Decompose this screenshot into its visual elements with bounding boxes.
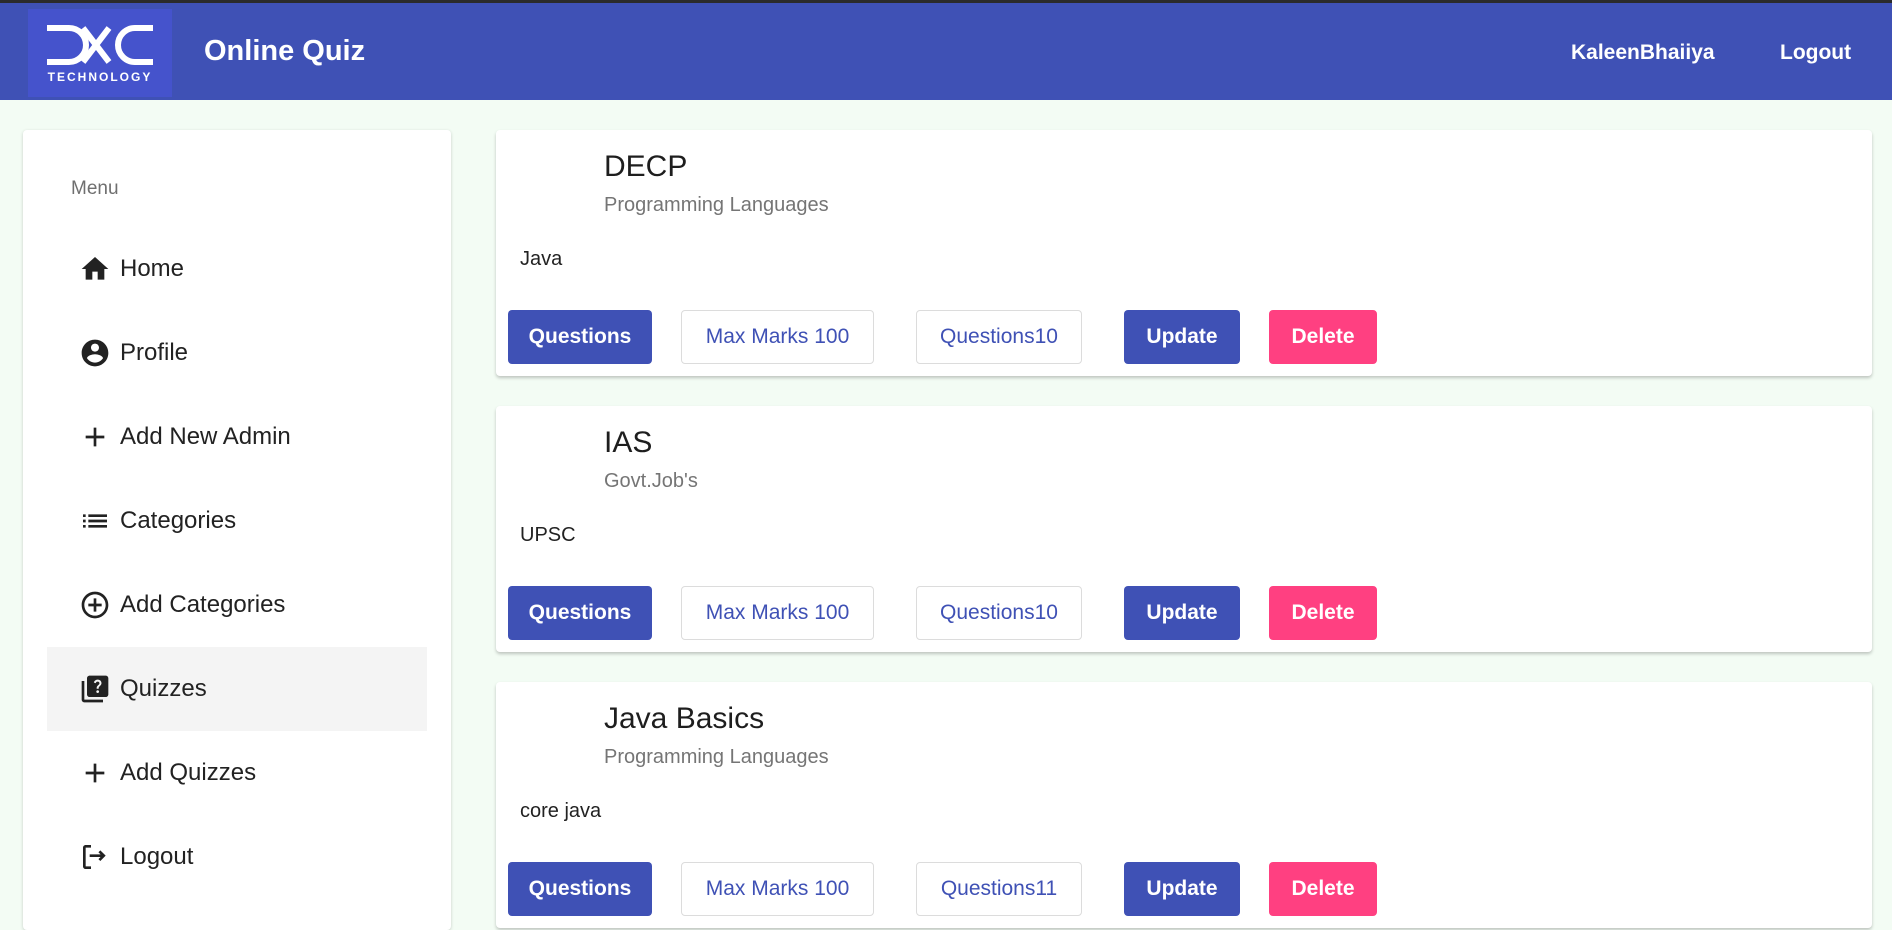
sidebar-item-logout[interactable]: Logout — [47, 815, 427, 899]
max-marks-chip[interactable]: Max Marks 100 — [681, 862, 874, 916]
max-marks-chip[interactable]: Max Marks 100 — [681, 310, 874, 364]
list-icon — [79, 505, 111, 537]
sidebar-item-label: Quizzes — [120, 675, 207, 702]
header-logout-button[interactable]: Logout — [1780, 41, 1851, 65]
sidebar-item-profile[interactable]: Profile — [47, 311, 427, 395]
logout-icon — [79, 841, 111, 873]
quiz-card: Java Basics Programming Languages core j… — [496, 682, 1872, 928]
quiz-description: UPSC — [520, 524, 576, 546]
sidebar-item-label: Categories — [120, 507, 237, 534]
dxc-logo-mark — [47, 25, 153, 65]
app-title: Online Quiz — [204, 35, 366, 67]
questions-button[interactable]: Questions — [508, 862, 652, 916]
quiz-description: core java — [520, 800, 602, 822]
sidebar-item-home[interactable]: Home — [47, 227, 427, 311]
sidebar-item-add-quizzes[interactable]: Add Quizzes — [47, 731, 427, 815]
logo-subtitle: TECHNOLOGY — [47, 70, 153, 84]
sidebar-item-label: Add Quizzes — [120, 759, 257, 786]
update-button[interactable]: Update — [1124, 862, 1240, 916]
questions-button[interactable]: Questions — [508, 586, 652, 640]
plus-icon — [79, 421, 111, 453]
quiz-category: Govt.Job's — [604, 470, 698, 492]
delete-button[interactable]: Delete — [1269, 310, 1377, 364]
menu-heading: Menu — [71, 178, 119, 199]
quiz-category: Programming Languages — [604, 746, 829, 768]
update-button[interactable]: Update — [1124, 586, 1240, 640]
account-circle-icon — [79, 337, 111, 369]
delete-button[interactable]: Delete — [1269, 862, 1377, 916]
quiz-title: IAS — [604, 426, 653, 459]
user-name-link[interactable]: KaleenBhaiiya — [1571, 41, 1715, 65]
sidebar-item-quizzes[interactable]: Quizzes — [47, 647, 427, 731]
dxc-logo[interactable]: TECHNOLOGY — [28, 9, 172, 97]
quiz-icon — [79, 673, 111, 705]
sidebar-item-label: Home — [120, 255, 185, 282]
update-button[interactable]: Update — [1124, 310, 1240, 364]
question-count-chip[interactable]: Questions11 — [916, 862, 1082, 916]
quiz-category: Programming Languages — [604, 194, 829, 216]
quiz-title: DECP — [604, 150, 688, 183]
add-circle-icon — [79, 589, 111, 621]
plus-icon — [79, 757, 111, 789]
sidebar-item-label: Logout — [120, 843, 194, 870]
quiz-title: Java Basics — [604, 702, 765, 735]
questions-button[interactable]: Questions — [508, 310, 652, 364]
quiz-card: IAS Govt.Job's UPSC Questions Max Marks … — [496, 406, 1872, 652]
quiz-card: DECP Programming Languages Java Question… — [496, 130, 1872, 376]
sidebar: Menu Home Profile Add New Admin Categori… — [23, 130, 451, 930]
sidebar-item-add-new-admin[interactable]: Add New Admin — [47, 395, 427, 479]
home-icon — [79, 253, 111, 285]
sidebar-item-categories[interactable]: Categories — [47, 479, 427, 563]
top-app-bar: TECHNOLOGY Online Quiz KaleenBhaiiya Log… — [0, 0, 1892, 100]
sidebar-item-label: Profile — [120, 339, 189, 366]
max-marks-chip[interactable]: Max Marks 100 — [681, 586, 874, 640]
question-count-chip[interactable]: Questions10 — [916, 586, 1082, 640]
quiz-description: Java — [520, 248, 563, 270]
sidebar-item-label: Add Categories — [120, 591, 286, 618]
delete-button[interactable]: Delete — [1269, 586, 1377, 640]
sidebar-item-label: Add New Admin — [120, 423, 291, 450]
question-count-chip[interactable]: Questions10 — [916, 310, 1082, 364]
sidebar-item-add-categories[interactable]: Add Categories — [47, 563, 427, 647]
